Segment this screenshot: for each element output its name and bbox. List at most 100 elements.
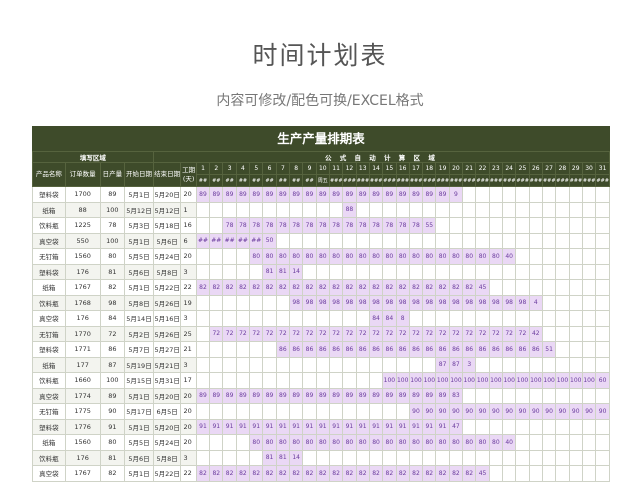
- cell-product[interactable]: 真空袋: [32, 465, 66, 482]
- schedule-cell[interactable]: 82: [368, 465, 384, 482]
- schedule-cell[interactable]: 91: [328, 418, 344, 435]
- schedule-cell[interactable]: [475, 201, 490, 218]
- schedule-cell[interactable]: 86: [342, 341, 357, 358]
- cell-product[interactable]: 真空袋: [32, 310, 66, 327]
- schedule-cell[interactable]: [595, 387, 610, 404]
- schedule-cell[interactable]: [595, 294, 610, 311]
- schedule-cell[interactable]: 90: [555, 403, 570, 420]
- schedule-cell[interactable]: 82: [408, 279, 424, 296]
- schedule-cell[interactable]: 90: [422, 403, 437, 420]
- cell-duration[interactable]: 21: [180, 341, 197, 358]
- schedule-cell[interactable]: 82: [302, 279, 317, 296]
- cell-end[interactable]: 6月5日: [152, 403, 182, 420]
- schedule-cell[interactable]: 42: [528, 325, 543, 342]
- cell-start[interactable]: 5月1日: [124, 387, 154, 404]
- schedule-cell[interactable]: ##: [235, 232, 251, 249]
- schedule-cell[interactable]: [302, 356, 317, 373]
- schedule-cell[interactable]: [581, 279, 597, 296]
- schedule-cell[interactable]: 72: [462, 325, 477, 342]
- schedule-cell[interactable]: [289, 232, 304, 249]
- cell-duration[interactable]: 22: [180, 465, 197, 482]
- cell-end[interactable]: 5月22日: [152, 465, 182, 482]
- schedule-cell[interactable]: 81: [262, 263, 277, 280]
- schedule-cell[interactable]: 91: [342, 418, 357, 435]
- schedule-cell[interactable]: 100: [488, 372, 504, 389]
- schedule-cell[interactable]: [422, 310, 437, 327]
- schedule-cell[interactable]: [368, 449, 384, 466]
- schedule-cell[interactable]: [328, 356, 344, 373]
- schedule-cell[interactable]: [209, 263, 224, 280]
- schedule-cell[interactable]: 86: [528, 341, 543, 358]
- schedule-cell[interactable]: 82: [195, 279, 211, 296]
- schedule-cell[interactable]: [382, 449, 397, 466]
- cell-qty[interactable]: 177: [64, 356, 101, 373]
- cell-daily[interactable]: 84: [99, 310, 126, 327]
- cell-qty[interactable]: 1774: [64, 387, 101, 404]
- schedule-cell[interactable]: 89: [422, 186, 437, 203]
- schedule-cell[interactable]: 98: [475, 294, 490, 311]
- cell-qty[interactable]: 176: [64, 449, 101, 466]
- schedule-cell[interactable]: [595, 279, 610, 296]
- schedule-cell[interactable]: 86: [302, 341, 317, 358]
- schedule-cell[interactable]: 72: [262, 325, 277, 342]
- schedule-cell[interactable]: 78: [275, 217, 291, 234]
- schedule-cell[interactable]: 50: [262, 232, 277, 249]
- schedule-cell[interactable]: [448, 310, 464, 327]
- schedule-cell[interactable]: 82: [222, 279, 237, 296]
- schedule-cell[interactable]: [502, 465, 517, 482]
- schedule-cell[interactable]: [209, 310, 224, 327]
- schedule-cell[interactable]: [328, 263, 344, 280]
- cell-duration[interactable]: 17: [180, 372, 197, 389]
- schedule-cell[interactable]: [368, 403, 384, 420]
- schedule-cell[interactable]: [195, 372, 211, 389]
- schedule-cell[interactable]: 98: [435, 294, 450, 311]
- schedule-cell[interactable]: [568, 418, 583, 435]
- schedule-cell[interactable]: [555, 263, 570, 280]
- schedule-cell[interactable]: 100: [528, 372, 543, 389]
- schedule-cell[interactable]: 86: [328, 341, 344, 358]
- schedule-cell[interactable]: 72: [435, 325, 450, 342]
- schedule-cell[interactable]: [462, 186, 477, 203]
- schedule-cell[interactable]: 91: [315, 418, 330, 435]
- schedule-cell[interactable]: [302, 372, 317, 389]
- schedule-cell[interactable]: ##: [195, 232, 211, 249]
- schedule-cell[interactable]: [595, 356, 610, 373]
- schedule-cell[interactable]: 89: [315, 387, 330, 404]
- schedule-cell[interactable]: [315, 449, 330, 466]
- schedule-cell[interactable]: 72: [475, 325, 490, 342]
- schedule-cell[interactable]: [488, 186, 504, 203]
- schedule-cell[interactable]: 91: [209, 418, 224, 435]
- schedule-cell[interactable]: [328, 449, 344, 466]
- schedule-cell[interactable]: [249, 310, 264, 327]
- schedule-cell[interactable]: [488, 418, 504, 435]
- schedule-cell[interactable]: 89: [328, 387, 344, 404]
- schedule-cell[interactable]: [568, 186, 583, 203]
- cell-start[interactable]: 5月19日: [124, 356, 154, 373]
- schedule-cell[interactable]: [395, 449, 410, 466]
- schedule-cell[interactable]: 100: [581, 372, 597, 389]
- schedule-cell[interactable]: 14: [289, 263, 304, 280]
- cell-start[interactable]: 5月3日: [124, 217, 154, 234]
- schedule-cell[interactable]: [475, 418, 490, 435]
- schedule-cell[interactable]: 82: [435, 279, 450, 296]
- schedule-cell[interactable]: 91: [422, 418, 437, 435]
- cell-start[interactable]: 5月8日: [124, 294, 154, 311]
- schedule-cell[interactable]: [595, 248, 610, 265]
- cell-daily[interactable]: 90: [99, 403, 126, 420]
- schedule-cell[interactable]: 89: [262, 387, 277, 404]
- schedule-cell[interactable]: 47: [448, 418, 464, 435]
- schedule-cell[interactable]: [541, 325, 557, 342]
- cell-duration[interactable]: 6: [180, 232, 197, 249]
- schedule-cell[interactable]: 86: [462, 341, 477, 358]
- schedule-cell[interactable]: [581, 186, 597, 203]
- schedule-cell[interactable]: 82: [315, 279, 330, 296]
- schedule-cell[interactable]: [555, 325, 570, 342]
- schedule-cell[interactable]: 72: [328, 325, 344, 342]
- schedule-cell[interactable]: [355, 263, 370, 280]
- schedule-cell[interactable]: [222, 248, 237, 265]
- cell-end[interactable]: 5月20日: [152, 418, 182, 435]
- schedule-cell[interactable]: 89: [275, 186, 291, 203]
- schedule-cell[interactable]: [541, 418, 557, 435]
- schedule-cell[interactable]: 100: [422, 372, 437, 389]
- schedule-cell[interactable]: 91: [249, 418, 264, 435]
